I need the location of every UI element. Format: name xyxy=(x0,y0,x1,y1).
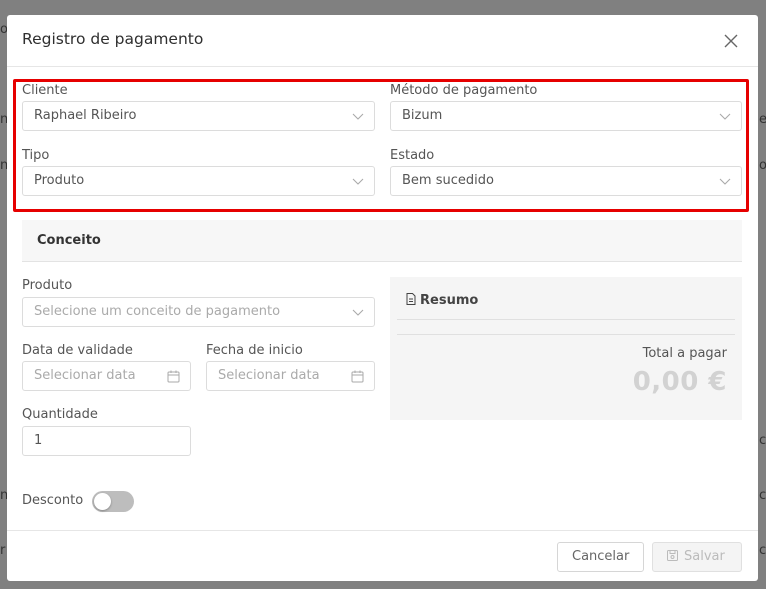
tipo-label: Tipo xyxy=(22,148,50,163)
fecha-inicio-label: Fecha de inicio xyxy=(206,343,303,358)
total-value: 0,00 € xyxy=(632,367,727,397)
produto-placeholder: Selecione um conceito de pagamento xyxy=(34,304,281,319)
save-icon xyxy=(667,550,678,561)
produto-label: Produto xyxy=(22,278,73,293)
metodo-value: Bizum xyxy=(402,108,443,123)
estado-label: Estado xyxy=(390,148,435,163)
tipo-select[interactable]: Produto xyxy=(22,166,375,196)
concept-section-header: Conceito xyxy=(22,220,742,262)
data-validade-placeholder: Selecionar data xyxy=(34,368,136,383)
total-label: Total a pagar xyxy=(642,346,727,361)
estado-value: Bem sucedido xyxy=(402,173,494,188)
save-button[interactable]: Salvar xyxy=(652,542,742,572)
toggle-knob xyxy=(94,493,111,510)
summary-title: Resumo xyxy=(420,293,479,308)
data-validade-input[interactable]: Selecionar data xyxy=(22,361,191,391)
background-text-fragment: o xyxy=(759,158,766,173)
metodo-pagamento-select[interactable]: Bizum xyxy=(390,101,742,131)
cancel-button[interactable]: Cancelar xyxy=(557,542,645,572)
background-text-fragment: c xyxy=(759,433,766,448)
section-title: Conceito xyxy=(37,233,101,248)
estado-select[interactable]: Bem sucedido xyxy=(390,166,742,196)
chevron-down-icon xyxy=(719,113,731,120)
cliente-label: Cliente xyxy=(22,83,68,98)
data-validade-label: Data de validade xyxy=(22,343,133,358)
metodo-label: Método de pagamento xyxy=(390,83,538,98)
chevron-down-icon xyxy=(352,309,364,316)
cliente-value: Raphael Ribeiro xyxy=(34,108,137,123)
modal-title: Registro de pagamento xyxy=(22,30,204,48)
quantidade-value: 1 xyxy=(34,433,43,448)
desconto-toggle[interactable] xyxy=(92,491,134,512)
quantidade-label: Quantidade xyxy=(22,407,98,422)
modal-header: Registro de pagamento xyxy=(7,15,758,67)
background-text-fragment: c xyxy=(759,488,766,503)
calendar-icon xyxy=(351,370,364,383)
cliente-select[interactable]: Raphael Ribeiro xyxy=(22,101,375,131)
chevron-down-icon xyxy=(719,178,731,185)
fecha-inicio-placeholder: Selecionar data xyxy=(218,368,320,383)
background-text-fragment: c xyxy=(759,543,766,558)
modal-footer: Cancelar Salvar xyxy=(7,530,758,581)
close-icon xyxy=(724,34,738,48)
summary-header: Resumo xyxy=(397,277,735,320)
close-button[interactable] xyxy=(721,31,741,51)
tipo-value: Produto xyxy=(34,173,85,188)
produto-select[interactable]: Selecione um conceito de pagamento xyxy=(22,297,375,327)
chevron-down-icon xyxy=(352,113,364,120)
chevron-down-icon xyxy=(352,178,364,185)
quantidade-input[interactable]: 1 xyxy=(22,426,191,456)
summary-title-row: Resumo xyxy=(406,293,478,308)
payment-register-modal: Registro de pagamento Cliente Raphael Ri… xyxy=(7,15,758,581)
save-label: Salvar xyxy=(684,549,725,564)
calendar-icon xyxy=(167,370,180,383)
background-text-fragment: e xyxy=(759,112,766,127)
document-icon xyxy=(406,293,416,305)
desconto-label: Desconto xyxy=(22,493,84,508)
summary-panel: Resumo Total a pagar 0,00 € xyxy=(390,277,742,420)
fecha-inicio-input[interactable]: Selecionar data xyxy=(206,361,375,391)
divider xyxy=(397,334,735,335)
